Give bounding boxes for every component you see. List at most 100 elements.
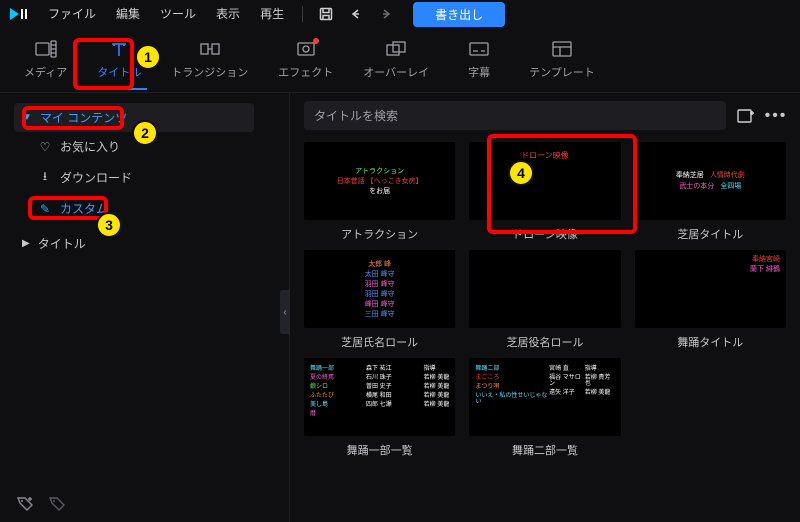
tab-transition[interactable]: トランジション: [165, 34, 254, 90]
thumb-line: 奉納芝居: [676, 172, 704, 179]
pencil-icon: ✎: [38, 202, 52, 216]
sidebar-item-custom[interactable]: ✎ カスタム: [30, 194, 116, 223]
thumbnail: ドローン映像: [469, 142, 620, 220]
main: ▼ マイ コンテンツ ♡ お気に入り ⭳ ダウンロード ✎ カスタム ▶ タイト…: [0, 93, 800, 522]
card-label: 芝居タイトル: [635, 226, 786, 242]
thumb-line: 横尾 和田: [366, 393, 392, 399]
tab-effect[interactable]: エフェクト: [272, 34, 339, 90]
app-logo: [8, 6, 30, 22]
thumb-line: 人情時代劇: [710, 172, 745, 179]
sidebar-collapse-handle[interactable]: ‹: [280, 290, 290, 334]
divider: [302, 6, 303, 22]
tag-icon[interactable]: [48, 494, 66, 517]
sidebar-item-favorites[interactable]: ♡ お気に入り: [30, 132, 128, 161]
effect-icon: [295, 38, 317, 60]
thumb-line: ドローン映像: [521, 152, 569, 160]
thumb-line: をお届: [369, 188, 390, 195]
card-label: 舞踊一部一覧: [304, 442, 455, 458]
thumb-line: 羽田 峰守: [365, 291, 395, 298]
tab-label: メディア: [24, 64, 67, 80]
notification-dot-icon: [313, 38, 319, 44]
more-icon[interactable]: •••: [766, 106, 786, 126]
sidebar: ▼ マイ コンテンツ ♡ お気に入り ⭳ ダウンロード ✎ カスタム ▶ タイト…: [0, 93, 290, 522]
subtitle-icon: [468, 38, 490, 60]
thumb-line: 指導: [424, 366, 450, 372]
card-shibai-names[interactable]: 太郎 峰 太田 峰守 羽田 峰守 羽田 峰守 峰田 峰守 三田 峰守 芝居氏名ロ…: [304, 250, 455, 350]
thumb-line: 指導: [585, 366, 615, 372]
menu-edit[interactable]: 編集: [108, 0, 148, 28]
save-icon[interactable]: [317, 5, 335, 23]
tab-label: タイトル: [97, 64, 141, 80]
title-icon: [108, 38, 130, 60]
content-header: タイトルを検索 •••: [290, 93, 800, 138]
card-shibai-title[interactable]: 奉納芝居 人情時代劇 武士の本分 全四場 芝居タイトル: [635, 142, 786, 242]
titlebar: ファイル 編集 ツール 表示 再生 書き出し: [0, 0, 800, 28]
thumb-line: まごころ: [475, 375, 549, 381]
thumb-line: 若柳 美龍: [424, 402, 450, 408]
tab-label: テンプレート: [529, 64, 595, 80]
redo-icon[interactable]: [377, 5, 395, 23]
thumb-line: 三田 峰守: [365, 311, 395, 318]
tab-label: トランジション: [171, 64, 248, 80]
export-button[interactable]: 書き出し: [413, 2, 505, 27]
tab-title[interactable]: タイトル: [91, 34, 147, 90]
thumb-line: 全四場: [720, 183, 741, 190]
tab-media[interactable]: メディア: [18, 34, 73, 90]
card-drone[interactable]: ドローン映像 ドローン映像: [469, 142, 620, 242]
overlay-icon: [385, 38, 407, 60]
search-placeholder: タイトルを検索: [314, 109, 398, 123]
card-buyou-title[interactable]: 奉納宮崎 蘭下 緋鶴 舞踊タイトル: [635, 250, 786, 350]
thumb-line: 遠矢 洋子: [549, 390, 585, 396]
tab-template[interactable]: テンプレート: [523, 34, 601, 90]
thumb-line: 峰田 峰守: [365, 301, 395, 308]
card-shibai-roles[interactable]: 芝居役名ロール: [469, 250, 620, 350]
search-input[interactable]: タイトルを検索: [304, 101, 726, 130]
sidebar-header-label: マイ コンテンツ: [40, 109, 127, 126]
card-label: ドローン映像: [469, 226, 620, 242]
tab-subtitle[interactable]: 字幕: [453, 34, 505, 90]
download-icon: ⭳: [38, 167, 52, 188]
thumb-line: 美し島: [310, 402, 334, 408]
thumb-line: 宮崎 直: [549, 366, 585, 372]
thumb-line: 太田 峰守: [365, 271, 395, 278]
thumb-line: 暦: [310, 411, 334, 417]
sidebar-item-download[interactable]: ⭳ ダウンロード: [30, 161, 140, 194]
menu-view[interactable]: 表示: [208, 0, 248, 28]
title-grid: アトラクション 日本昔話 【へっこき女房】 をお届 アトラクション ドローン映像…: [290, 138, 800, 522]
tag-add-icon[interactable]: [16, 494, 34, 517]
card-attraction[interactable]: アトラクション 日本昔話 【へっこき女房】 をお届 アトラクション: [304, 142, 455, 242]
thumb-line: 福谷 マサロン: [549, 375, 585, 387]
card-label: 芝居役名ロール: [469, 334, 620, 350]
card-label: アトラクション: [304, 226, 455, 242]
thumb-line: アトラクション: [355, 168, 404, 175]
thumb-line: ふたたび: [310, 393, 334, 399]
menu-file[interactable]: ファイル: [40, 0, 104, 28]
sidebar-item-label: タイトル: [38, 235, 86, 252]
chevron-right-icon: ▶: [22, 238, 30, 249]
sidebar-header-my-content[interactable]: ▼ マイ コンテンツ: [14, 103, 254, 132]
thumb-line: まつり唄: [475, 384, 549, 390]
thumbnail: 舞踊一部 夏の終焉 娘シロ ふたたび 美し島 暦 森下 祐江 石川 珠子 曽田 …: [304, 358, 455, 436]
menu-play[interactable]: 再生: [252, 0, 292, 28]
card-buyou-list-1[interactable]: 舞踊一部 夏の終焉 娘シロ ふたたび 美し島 暦 森下 祐江 石川 珠子 曽田 …: [304, 358, 455, 458]
thumb-line: 夏の終焉: [310, 375, 334, 381]
thumb-line: 武士の本分: [679, 183, 714, 190]
content: タイトルを検索 ••• アトラクション 日本昔話 【へっこき女房】 をお届: [290, 93, 800, 522]
tab-overlay[interactable]: オーバーレイ: [357, 34, 435, 90]
thumbnail: [469, 250, 620, 328]
chevron-down-icon: ▼: [22, 112, 32, 123]
sidebar-item-label: カスタム: [60, 200, 108, 217]
add-title-icon[interactable]: [736, 106, 756, 126]
thumb-line: 奉納宮崎: [752, 256, 780, 263]
undo-icon[interactable]: [347, 5, 365, 23]
card-buyou-list-2[interactable]: 舞踊二部 まごころ まつり唄 いいえ・私の性せいじゃない 宮崎 直 福谷 マサロ…: [469, 358, 620, 458]
menu-tools[interactable]: ツール: [152, 0, 204, 28]
card-label: 舞踊二部一覧: [469, 442, 620, 458]
thumb-line: 日本昔話 【へっこき女房】: [337, 178, 423, 185]
thumbnail: アトラクション 日本昔話 【へっこき女房】 をお届: [304, 142, 455, 220]
thumbnail: 太郎 峰 太田 峰守 羽田 峰守 羽田 峰守 峰田 峰守 三田 峰守: [304, 250, 455, 328]
card-label: 芝居氏名ロール: [304, 334, 455, 350]
card-label: 舞踊タイトル: [635, 334, 786, 350]
thumb-line: 若柳 美龍: [424, 375, 450, 381]
sidebar-item-titles[interactable]: ▶ タイトル: [14, 229, 94, 258]
